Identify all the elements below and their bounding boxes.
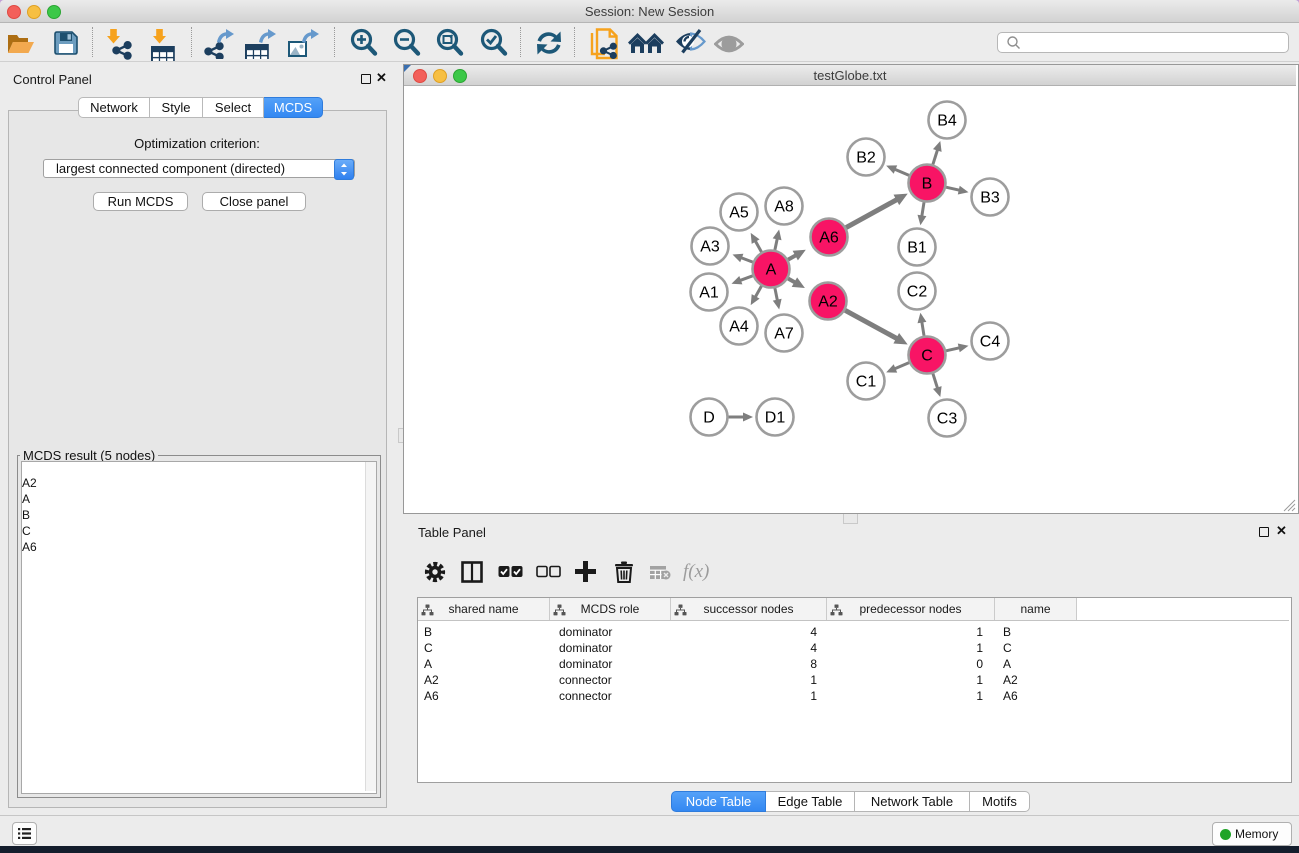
- svg-text:D1: D1: [765, 410, 786, 427]
- svg-text:C1: C1: [856, 374, 877, 391]
- svg-text:C2: C2: [907, 284, 928, 301]
- svg-text:A8: A8: [774, 199, 794, 216]
- svg-text:B4: B4: [937, 113, 957, 130]
- svg-text:A1: A1: [699, 285, 719, 302]
- svg-text:A4: A4: [729, 319, 749, 336]
- svg-text:f(x): f(x): [683, 561, 709, 582]
- svg-text:A2: A2: [818, 294, 838, 311]
- svg-text:A3: A3: [700, 239, 720, 256]
- svg-text:A: A: [766, 262, 777, 279]
- svg-text:C4: C4: [980, 334, 1001, 351]
- svg-text:A7: A7: [774, 326, 794, 343]
- svg-text:D: D: [703, 410, 715, 427]
- svg-text:C3: C3: [937, 411, 958, 428]
- svg-text:B2: B2: [856, 150, 876, 167]
- svg-text:B: B: [922, 176, 933, 193]
- svg-text:C: C: [921, 348, 933, 365]
- svg-text:B1: B1: [907, 240, 927, 257]
- svg-text:A6: A6: [819, 230, 839, 247]
- svg-text:B3: B3: [980, 190, 1000, 207]
- svg-text:A5: A5: [729, 205, 749, 222]
